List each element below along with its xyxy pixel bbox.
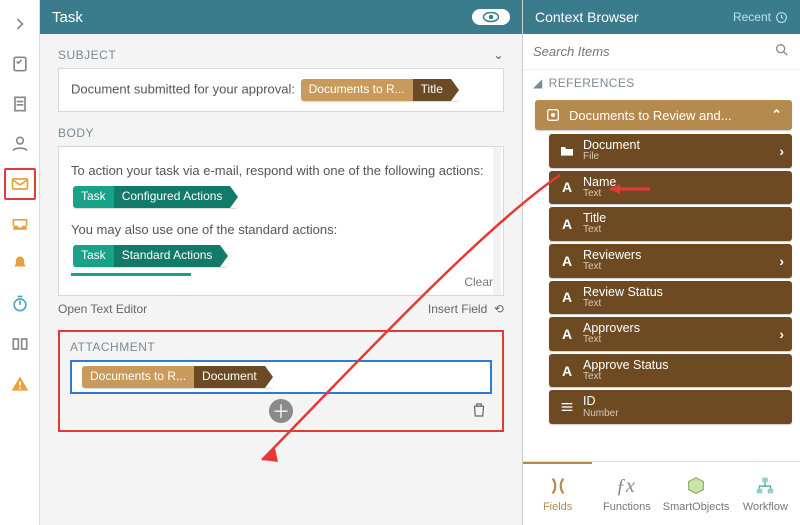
body-heading: BODY: [58, 126, 94, 140]
chevron-right-icon: ›: [779, 143, 784, 159]
caret-down-icon: ◢: [533, 76, 543, 90]
chevron-up-icon: ⌃: [771, 107, 782, 123]
recent-link[interactable]: Recent: [733, 10, 788, 24]
layout-icon[interactable]: [4, 328, 36, 360]
text-type-icon: A: [559, 216, 575, 232]
document-icon[interactable]: [4, 88, 36, 120]
attachment-heading: ATTACHMENT: [70, 340, 155, 354]
subject-section: SUBJECT ⌄ Document submitted for your ap…: [58, 48, 504, 112]
smartobject-icon: [545, 107, 561, 123]
bell-icon[interactable]: [4, 248, 36, 280]
text-type-icon: A: [559, 326, 575, 342]
mail-icon[interactable]: [4, 168, 36, 200]
text-type-icon: A: [559, 179, 575, 195]
clear-button[interactable]: Clear: [464, 275, 493, 289]
checklist-icon[interactable]: [4, 48, 36, 80]
chevron-right-icon: ›: [779, 326, 784, 342]
task-title: Task: [52, 9, 83, 26]
reference-group-label: Documents to Review and...: [569, 108, 732, 123]
inbox-icon[interactable]: [4, 208, 36, 240]
reference-field[interactable]: AApprove StatusText: [549, 354, 792, 388]
reference-field[interactable]: AReviewersText›: [549, 244, 792, 278]
context-header: Context Browser Recent: [523, 0, 800, 34]
text-type-icon: A: [559, 363, 575, 379]
tab-functions[interactable]: ƒx Functions: [592, 462, 661, 525]
preview-toggle[interactable]: [472, 9, 510, 25]
subject-token[interactable]: Documents to R... Title: [301, 79, 459, 101]
body-editor[interactable]: To action your task via e-mail, respond …: [58, 146, 504, 296]
delete-attachment-button[interactable]: [470, 401, 488, 422]
user-icon[interactable]: [4, 128, 36, 160]
add-attachment-button[interactable]: ＋: [269, 399, 293, 423]
reference-field[interactable]: AReview StatusText: [549, 281, 792, 315]
chevron-down-icon[interactable]: ⌄: [493, 48, 504, 62]
context-browser-panel: Context Browser Recent ◢ REFERENCES Docu…: [522, 0, 800, 525]
warning-icon[interactable]: [4, 368, 36, 400]
search-input[interactable]: [533, 44, 768, 59]
tab-workflow[interactable]: Workflow: [731, 462, 800, 525]
reference-field[interactable]: IDNumber: [549, 390, 792, 424]
task-body-area: SUBJECT ⌄ Document submitted for your ap…: [40, 34, 522, 525]
context-bottom-tabs: Fields ƒx Functions SmartObjects Workflo…: [523, 461, 800, 525]
left-iconbar: [0, 0, 40, 525]
reference-field[interactable]: ATitleText: [549, 207, 792, 241]
tab-smartobjects[interactable]: SmartObjects: [662, 462, 731, 525]
insert-field-link[interactable]: Insert Field ⟲: [428, 302, 504, 316]
body-line1: To action your task via e-mail, respond …: [71, 163, 491, 178]
configured-actions-token[interactable]: Task Configured Actions: [73, 186, 238, 208]
standard-actions-token[interactable]: Task Standard Actions: [73, 245, 228, 267]
attachment-token[interactable]: Documents to R... Document: [82, 366, 273, 388]
reference-tree: Documents to Review and... ⌃ DocumentFil…: [523, 96, 800, 461]
chevron-right-icon: ›: [779, 253, 784, 269]
tab-fields[interactable]: Fields: [523, 462, 592, 525]
open-text-editor-link[interactable]: Open Text Editor: [58, 302, 147, 316]
subject-field[interactable]: Document submitted for your approval: Do…: [58, 68, 504, 112]
reference-group[interactable]: Documents to Review and... ⌃: [535, 100, 792, 130]
subject-prefix: Document submitted for your approval:: [71, 81, 295, 96]
timer-icon[interactable]: [4, 288, 36, 320]
body-line2: You may also use one of the standard act…: [71, 222, 491, 237]
body-section: BODY To action your task via e-mail, res…: [58, 126, 504, 316]
subject-heading: SUBJECT: [58, 48, 116, 62]
task-header: Task: [40, 0, 522, 34]
references-heading-row[interactable]: ◢ REFERENCES: [523, 70, 800, 96]
task-panel: Task SUBJECT ⌄ Document submitted for yo…: [40, 0, 522, 525]
collapse-icon[interactable]: [4, 8, 36, 40]
attachment-section: ATTACHMENT Documents to R... Document ＋: [58, 330, 504, 432]
reference-field[interactable]: DocumentFile›: [549, 134, 792, 168]
attachment-field[interactable]: Documents to R... Document: [70, 360, 492, 394]
references-heading: REFERENCES: [549, 76, 635, 90]
folder-icon: [559, 144, 575, 158]
text-type-icon: A: [559, 289, 575, 305]
reference-field[interactable]: AApproversText›: [549, 317, 792, 351]
text-type-icon: A: [559, 253, 575, 269]
reference-field[interactable]: ANameText: [549, 171, 792, 205]
search-icon[interactable]: [774, 42, 790, 61]
list-icon: [559, 400, 575, 414]
search-row: [523, 34, 800, 70]
context-title: Context Browser: [535, 9, 638, 25]
